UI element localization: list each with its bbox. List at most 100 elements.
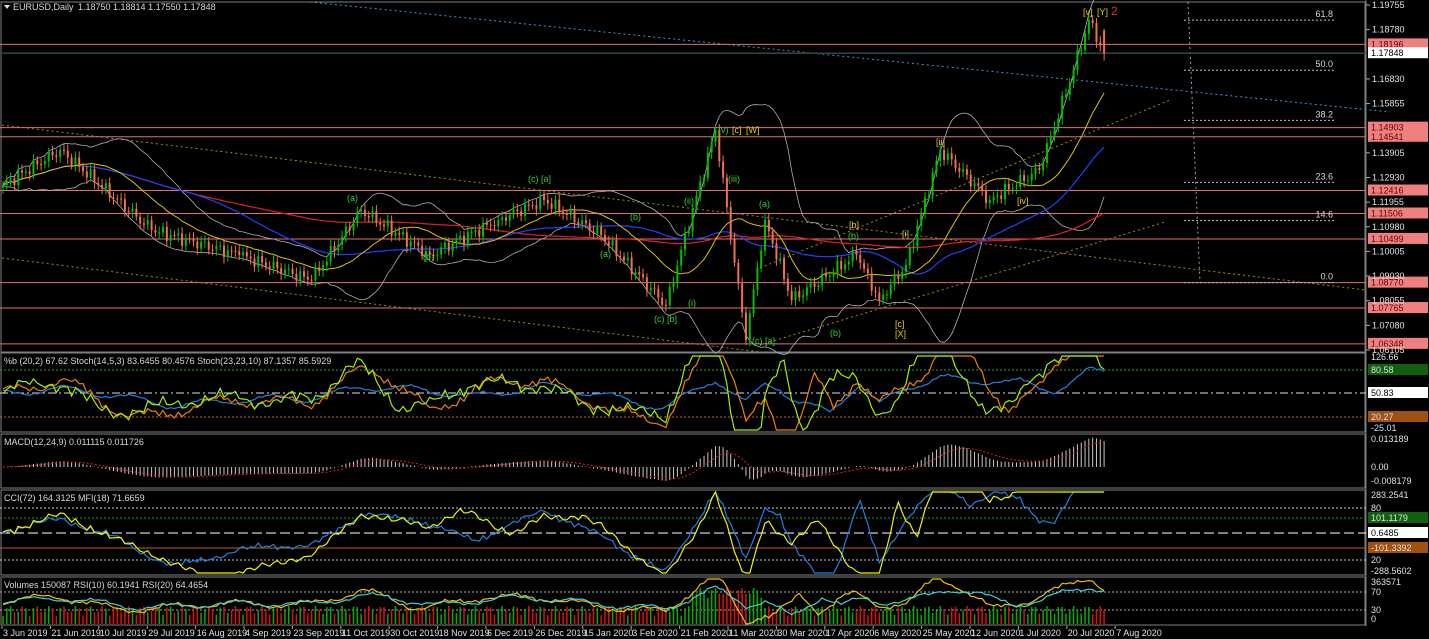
candle-body xyxy=(805,287,808,296)
moving-average-slow xyxy=(2,165,1105,249)
candle-body xyxy=(249,256,252,259)
candle-body xyxy=(9,178,12,182)
candle-body xyxy=(741,283,744,313)
candle-body xyxy=(215,246,218,250)
candle-body xyxy=(1080,49,1083,51)
bollinger-upper-band xyxy=(2,0,1095,258)
volume-axis-zero: 0 xyxy=(1371,614,1376,624)
candle-body xyxy=(165,226,168,241)
candle-body xyxy=(1019,175,1022,187)
candle-body xyxy=(192,238,195,242)
candle-body xyxy=(714,129,717,142)
fibonacci-level-label: 14.6 xyxy=(1315,210,1333,220)
ohlc-values: 1.18750 1.18814 1.17550 1.17848 xyxy=(78,2,216,12)
candle-body xyxy=(657,288,660,298)
x-tick-label: 23 Sep 2019 xyxy=(293,628,344,638)
candle-body xyxy=(1030,173,1033,181)
candle-body xyxy=(405,232,408,247)
candle-body xyxy=(268,266,271,269)
candle-body xyxy=(794,291,797,301)
cci-axis-max: 283.2541 xyxy=(1371,490,1409,500)
candle-body xyxy=(455,239,458,244)
candle-body xyxy=(962,169,965,172)
y-tick-label: 1.15855 xyxy=(1372,99,1405,109)
y-tick-label: 1.08055 xyxy=(1372,296,1405,306)
candle-body xyxy=(935,160,938,173)
candle-body xyxy=(375,211,378,223)
candle-body xyxy=(901,271,904,279)
candle-body xyxy=(1007,183,1010,190)
candle-body xyxy=(672,283,675,287)
candle-body xyxy=(291,268,294,274)
x-tick-label: 17 Apr 2020 xyxy=(826,628,875,638)
candle-body xyxy=(737,262,740,284)
price-level-label: 1.10499 xyxy=(1371,234,1404,244)
candle-body xyxy=(1038,167,1041,170)
candle-body xyxy=(280,268,283,275)
candle-body xyxy=(638,272,641,275)
y-tick-label: 1.07080 xyxy=(1372,320,1405,330)
candle-body xyxy=(55,155,58,157)
candle-body xyxy=(836,261,839,274)
x-tick-label: 20 Jul 2020 xyxy=(1068,628,1115,638)
candle-body xyxy=(691,208,694,232)
candle-body xyxy=(664,304,667,306)
dropdown-triangle-icon[interactable] xyxy=(4,5,10,9)
candle-body xyxy=(653,287,656,289)
cci-box-mid: 0.6485 xyxy=(1371,528,1399,538)
candle-body xyxy=(535,205,538,210)
candle-body xyxy=(1087,20,1090,34)
candle-body xyxy=(1053,127,1056,136)
wave-label: (c) [a] xyxy=(752,336,775,346)
candle-body xyxy=(893,274,896,285)
candle-body xyxy=(607,241,610,246)
candle-body xyxy=(59,149,62,157)
wave-label: [Y] xyxy=(1097,7,1108,17)
candle-body xyxy=(569,210,572,215)
wave-label: [X] xyxy=(895,329,906,339)
candle-body xyxy=(85,171,88,178)
price-level-label: 1.12416 xyxy=(1371,185,1404,195)
macd-pane[interactable] xyxy=(0,433,1366,489)
candle-body xyxy=(5,181,8,186)
candle-body xyxy=(196,241,199,249)
candle-body xyxy=(1034,167,1037,174)
candle-body xyxy=(135,208,138,217)
stoch-title: %b (20,2) 67.62 Stoch(14,5,3) 83.6455 80… xyxy=(4,356,331,366)
candle-body xyxy=(809,283,812,288)
candle-body xyxy=(184,238,187,246)
moving-average-mid xyxy=(2,146,1105,275)
main-price-pane[interactable] xyxy=(0,1,1366,353)
x-tick-label: 21 Feb 2020 xyxy=(681,628,732,638)
candle-body xyxy=(120,198,123,200)
macd-title: MACD(12,24,9) 0.011115 0.011726 xyxy=(4,437,144,447)
wave-label: (b) xyxy=(830,328,841,338)
candle-body xyxy=(798,291,801,298)
candle-body xyxy=(645,277,648,291)
trading-chart[interactable]: 1.181961.149031.145411.124161.115061.104… xyxy=(0,0,1429,639)
candle-body xyxy=(463,235,466,246)
fibonacci-level-label: 23.6 xyxy=(1315,171,1333,181)
candle-body xyxy=(1099,42,1102,46)
y-tick-label: 1.18780 xyxy=(1372,25,1405,35)
x-tick-label: 11 Mar 2020 xyxy=(729,628,779,638)
wave-label: [v] xyxy=(1083,7,1093,17)
x-tick-label: 12 Jun 2020 xyxy=(971,628,1021,638)
candle-body xyxy=(920,212,923,226)
candle-body xyxy=(668,286,671,306)
candle-body xyxy=(356,211,359,224)
candle-body xyxy=(680,249,683,266)
candle-body xyxy=(123,199,126,212)
candle-body xyxy=(703,177,706,182)
candle-body xyxy=(1049,135,1052,144)
candle-body xyxy=(344,226,347,237)
candle-body xyxy=(478,230,481,237)
candle-body xyxy=(733,238,736,263)
candle-body xyxy=(360,210,363,212)
candle-body xyxy=(779,258,782,260)
candle-body xyxy=(603,235,606,242)
cci-title: CCI(72) 164.3125 MFI(18) 71.6659 xyxy=(4,493,145,503)
candle-body xyxy=(466,232,469,246)
candle-body xyxy=(272,261,275,269)
candle-body xyxy=(451,243,454,252)
